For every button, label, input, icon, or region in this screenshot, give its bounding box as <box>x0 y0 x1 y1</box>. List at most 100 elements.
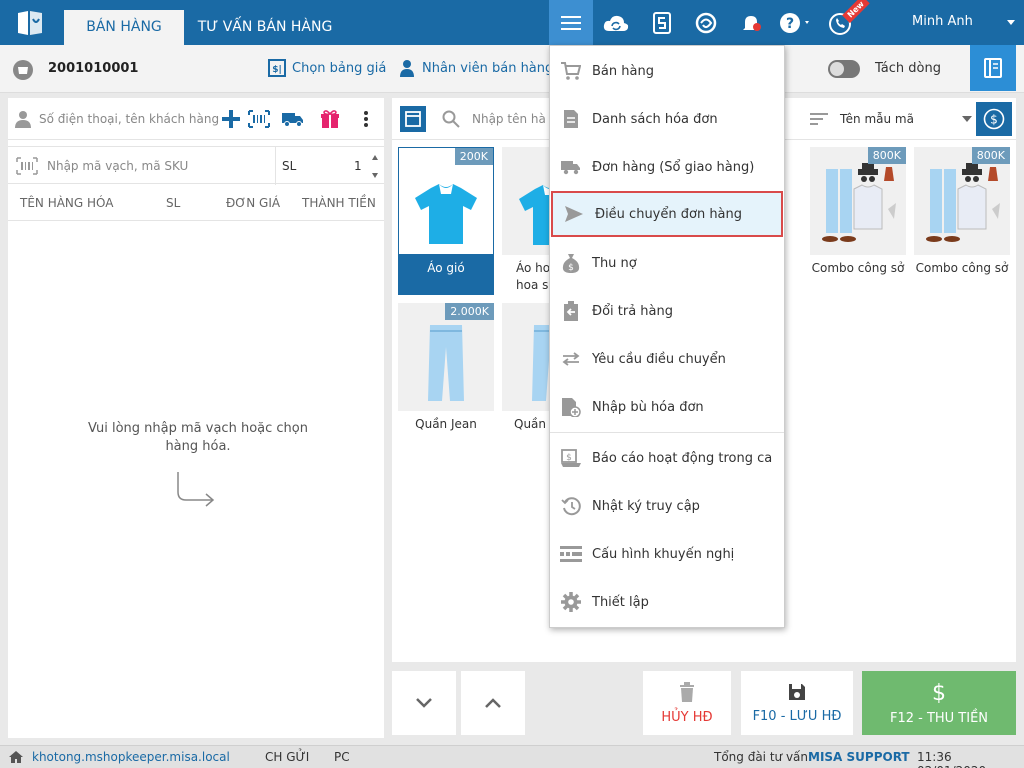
product-card[interactable]: 2.000K Quần Jean <box>398 303 494 451</box>
return-icon <box>564 301 578 321</box>
quantity-value[interactable]: 1 <box>354 159 362 173</box>
sku-input[interactable]: Nhập mã vạch, mã SKU <box>47 159 188 173</box>
notifications-button[interactable] <box>730 0 774 45</box>
product-name: Combo công sở <box>811 261 905 275</box>
sort-chevron-down-icon[interactable] <box>962 116 972 122</box>
gift-icon <box>321 110 339 128</box>
menu-item-supplement-invoice[interactable]: Nhập bù hóa đơn <box>550 384 784 430</box>
price-toggle-button[interactable]: $ <box>976 102 1012 136</box>
product-name: Combo công sở <box>915 261 1009 275</box>
menu-item-sales[interactable]: Bán hàng <box>550 48 784 94</box>
column-header-qty: SL <box>166 196 181 210</box>
product-thumbnail: 800K <box>914 147 1010 255</box>
product-price: 200K <box>454 148 493 165</box>
bell-icon <box>743 15 761 31</box>
menu-divider <box>550 432 784 433</box>
cart-panel: Số điện thoại, tên khách hàng Nhập mã vạ… <box>8 98 384 738</box>
user-name[interactable]: Minh Anh <box>912 14 973 29</box>
menu-item-transfer-order[interactable]: Điều chuyển đơn hàng <box>551 191 783 237</box>
collect-payment-button[interactable]: $ F12 - THU TIỀN <box>862 671 1016 735</box>
more-options-button[interactable] <box>355 108 377 130</box>
save-invoice-button[interactable]: F10 - LƯU HĐ <box>741 671 853 735</box>
document-icon <box>564 110 578 128</box>
add-customer-button[interactable] <box>220 108 242 130</box>
split-line-toggle[interactable] <box>828 60 860 78</box>
menu-item-recommendation-config[interactable]: Cấu hình khuyến nghị <box>550 531 784 577</box>
chevron-up-icon <box>485 698 501 708</box>
spin-up-icon[interactable] <box>372 155 378 160</box>
dollar-icon: $ <box>932 681 946 703</box>
quantity-label: SL <box>282 159 297 173</box>
menu-item-label: Bán hàng <box>592 63 654 79</box>
product-card[interactable]: 800K Combo công sở <box>914 147 1010 295</box>
cancel-invoice-label: HỦY HĐ <box>661 709 713 725</box>
menu-item-return[interactable]: Đổi trả hàng <box>550 288 784 334</box>
staff-icon <box>400 60 414 77</box>
help-button[interactable]: ? <box>774 0 818 45</box>
menu-item-label: Cấu hình khuyến nghị <box>592 546 735 562</box>
customer-input[interactable]: Số điện thoại, tên khách hàng <box>39 112 219 126</box>
shop-logo-icon <box>18 11 42 35</box>
home-icon <box>9 751 23 763</box>
product-thumbnail: 800K <box>810 147 906 255</box>
cloud-sync-button[interactable] <box>594 0 638 45</box>
menu-item-debt-collection[interactable]: $ Thu nợ <box>550 240 784 286</box>
floppy-disk-icon <box>789 683 805 700</box>
truck-icon <box>282 113 303 127</box>
sku-search: Nhập mã vạch, mã SKU SL 1 <box>8 146 384 185</box>
jeans-icon <box>428 325 464 401</box>
svg-text:?: ? <box>786 16 794 32</box>
price-list-label: Chọn bảng giá <box>292 60 387 76</box>
hotline-button[interactable]: New <box>818 0 870 45</box>
promotion-button[interactable] <box>319 108 341 130</box>
sales-staff-button[interactable]: Nhân viên bán hàng <box>398 59 553 77</box>
combo-outfit-icon <box>926 163 1000 242</box>
product-card[interactable]: 800K Combo công sở <box>810 147 906 295</box>
invoice-toolbar: 2001010001 $| Chọn bảng giá Nhân viên bá… <box>0 45 1024 93</box>
side-panel-button[interactable] <box>970 45 1016 91</box>
svg-text:$|: $| <box>272 65 282 75</box>
history-icon <box>561 497 581 516</box>
menu-item-shift-report[interactable]: $ Báo cáo hoạt động trong ca <box>550 435 784 481</box>
menu-item-orders[interactable]: Đơn hàng (Sổ giao hàng) <box>550 144 784 190</box>
tab-sales[interactable]: BÁN HÀNG <box>64 10 184 45</box>
vertical-dots-icon <box>364 111 368 127</box>
product-name: Quần Jean <box>415 417 477 431</box>
menu-item-label: Thiết lập <box>592 594 649 610</box>
main-menu-button[interactable] <box>549 0 593 45</box>
combo-outfit-icon <box>822 163 896 242</box>
hotline-name[interactable]: MISA SUPPORT <box>808 750 910 764</box>
new-badge: New <box>842 0 870 24</box>
tab-sales-consulting[interactable]: TƯ VẤN BÁN HÀNG <box>190 10 340 45</box>
sort-icon <box>810 113 828 125</box>
cancel-invoice-button[interactable]: HỦY HĐ <box>643 671 731 735</box>
menu-item-transfer-request[interactable]: Yêu cầu điều chuyển <box>550 336 784 382</box>
product-price: 800K <box>867 147 906 164</box>
chevron-down-icon <box>416 698 432 708</box>
scroll-up-button[interactable] <box>461 671 525 735</box>
price-list-button[interactable]: $| Chọn bảng giá <box>268 59 386 77</box>
menu-item-settings[interactable]: Thiết lập <box>550 579 784 625</box>
misa-s-button[interactable] <box>640 0 684 45</box>
invoice-icon <box>13 60 33 80</box>
spin-down-icon[interactable] <box>372 173 378 178</box>
scan-customer-button[interactable] <box>248 108 270 130</box>
svg-text:$: $ <box>566 453 572 463</box>
delivery-button[interactable] <box>282 108 304 130</box>
product-search-input[interactable]: Nhập tên hà <box>472 112 546 126</box>
scroll-down-button[interactable] <box>392 671 456 735</box>
menu-item-invoice-list[interactable]: Danh sách hóa đơn <box>550 96 784 142</box>
hotline-label: Tổng đài tư vấn: <box>714 750 813 764</box>
product-card[interactable]: 200K Áo gió <box>398 147 494 295</box>
sort-select[interactable]: Tên mẫu mã <box>840 112 914 126</box>
menu-item-access-log[interactable]: Nhật ký truy cập <box>550 483 784 529</box>
top-bar: BÁN HÀNG TƯ VẤN BÁN HÀNG ? New Minh Anh <box>0 0 1024 45</box>
invoice-number: 2001010001 <box>48 61 139 76</box>
user-menu-chevron-icon[interactable] <box>1007 20 1015 25</box>
view-mode-button[interactable] <box>400 106 426 132</box>
truck-icon <box>561 161 580 175</box>
device-name: PC <box>334 750 350 764</box>
quantity-stepper[interactable]: SL 1 <box>275 147 384 185</box>
misa-app-button[interactable] <box>684 0 728 45</box>
staff-label: Nhân viên bán hàng <box>422 60 554 76</box>
